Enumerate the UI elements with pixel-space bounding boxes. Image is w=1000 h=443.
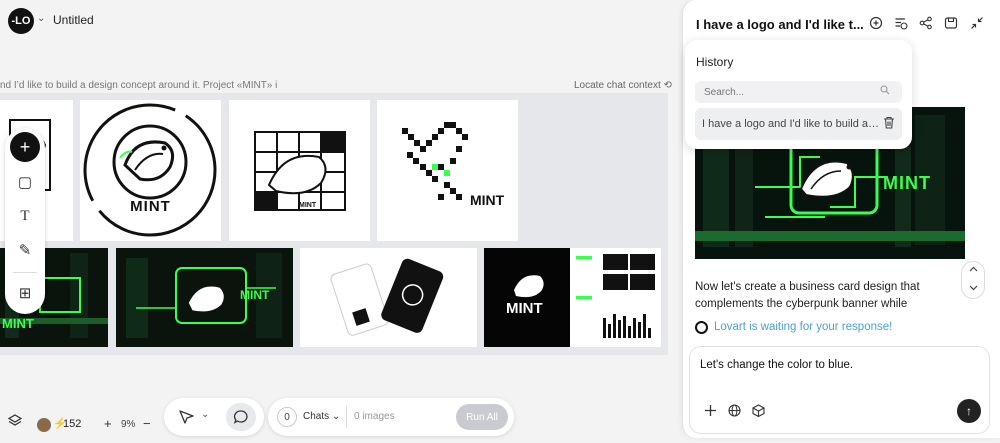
mode-switcher: ⌄: [164, 398, 264, 436]
tool-palette: + ▢ T ✎ ⊞: [5, 128, 45, 314]
history-list-item[interactable]: I have a logo and I'd like to build a ..…: [695, 108, 902, 140]
layout-icon[interactable]: ⊞: [10, 278, 40, 308]
canvas-image-mint-dark-logo[interactable]: MINT: [484, 248, 570, 347]
waiting-status-text: Lovart is waiting for your response!: [714, 321, 893, 333]
chat-mode-button[interactable]: [226, 403, 256, 431]
history-title: History: [696, 55, 734, 69]
chats-dropdown[interactable]: Chats ⌄: [303, 411, 340, 422]
design-canvas[interactable]: MINT MINT MINT MINT MINT MINT: [0, 93, 668, 355]
app-logo[interactable]: -LO: [8, 8, 34, 34]
run-all-button[interactable]: Run All: [456, 404, 508, 430]
brand-wordmark-pixel: MINT: [470, 192, 505, 208]
credits-count: 152: [63, 418, 82, 430]
collapse-icon[interactable]: [970, 16, 984, 30]
banner-brand-wordmark: MINT: [883, 173, 931, 193]
chat-context-line: nd I’d like to build a design concept ar…: [0, 80, 278, 91]
history-icon[interactable]: [894, 16, 908, 30]
brand-wordmark: MINT: [130, 198, 171, 215]
plus-icon[interactable]: +: [10, 132, 40, 162]
brand-wordmark-small: MINT: [299, 202, 317, 209]
tool-divider: [13, 272, 37, 273]
history-popover: History I have a logo and I'd like to bu…: [685, 40, 912, 149]
document-title[interactable]: Untitled: [53, 13, 94, 27]
logo-menu-chevron-icon[interactable]: ⌄: [37, 13, 45, 24]
new-chat-icon[interactable]: [869, 16, 883, 30]
chat-composer[interactable]: Let's change the color to blue. ↑: [689, 346, 990, 434]
chat-count-badge: 0: [277, 407, 297, 427]
mode-chevron-down-icon[interactable]: ⌄: [201, 409, 209, 420]
zoom-level[interactable]: 9%: [121, 419, 135, 430]
avatar[interactable]: [37, 418, 51, 432]
share-icon[interactable]: [919, 16, 933, 30]
chat-run-bar: 0 Chats ⌄ 0 images Run All: [268, 398, 514, 436]
text-icon[interactable]: T: [10, 201, 40, 231]
brand-wordmark-neon-2: MINT: [240, 288, 270, 302]
images-count: 0 images: [354, 411, 395, 422]
add-attachment-icon[interactable]: [704, 404, 717, 417]
canvas-image-business-cards[interactable]: [300, 248, 477, 347]
send-cursor-icon[interactable]: [179, 410, 194, 424]
chats-chevron-down-icon: ⌄: [331, 411, 341, 422]
save-icon[interactable]: [944, 16, 958, 30]
scroll-buttons: [961, 261, 985, 299]
send-button[interactable]: ↑: [957, 399, 981, 423]
canvas-image-mint-pixel-logo[interactable]: MINT: [377, 100, 518, 241]
globe-icon[interactable]: [728, 404, 741, 417]
trash-icon[interactable]: [883, 116, 895, 129]
canvas-image-mint-circle-logo[interactable]: MINT: [80, 100, 221, 241]
zoom-in-button[interactable]: +: [104, 416, 112, 431]
layers-icon[interactable]: [8, 414, 22, 428]
divider: [346, 406, 347, 428]
locate-chat-context-label: Locate chat context: [574, 80, 661, 91]
search-icon: [880, 85, 890, 95]
assistant-message: Now let's create a business card design …: [695, 281, 920, 310]
square-icon[interactable]: ▢: [10, 167, 40, 197]
history-item-label: I have a logo and I'd like to build a ..…: [702, 118, 880, 130]
locate-chat-context-link[interactable]: Locate chat context ⟲: [574, 80, 672, 91]
chevron-up-icon[interactable]: [969, 265, 978, 274]
chat-title: I have a logo and I'd like t...: [696, 17, 864, 32]
canvas-image-cyberpunk-banner[interactable]: MINT: [116, 248, 293, 347]
chevron-down-icon[interactable]: [969, 283, 978, 292]
cube-icon[interactable]: [752, 404, 765, 417]
chats-label: Chats: [303, 411, 330, 422]
pencil-icon[interactable]: ✎: [10, 235, 40, 265]
locate-icon: ⟲: [663, 80, 672, 91]
composer-input-text[interactable]: Let's change the color to blue.: [700, 359, 853, 371]
canvas-image-mint-grid-logo[interactable]: MINT: [229, 100, 370, 241]
chat-bubble-icon: [233, 410, 248, 424]
brand-wordmark-white: MINT: [506, 300, 543, 317]
brand-wordmark-neon: MINT: [2, 316, 34, 331]
zoom-out-button[interactable]: −: [143, 416, 151, 431]
canvas-image-brand-guide[interactable]: [570, 248, 661, 347]
waiting-status-icon: [695, 321, 708, 334]
history-search-input[interactable]: [695, 81, 902, 103]
